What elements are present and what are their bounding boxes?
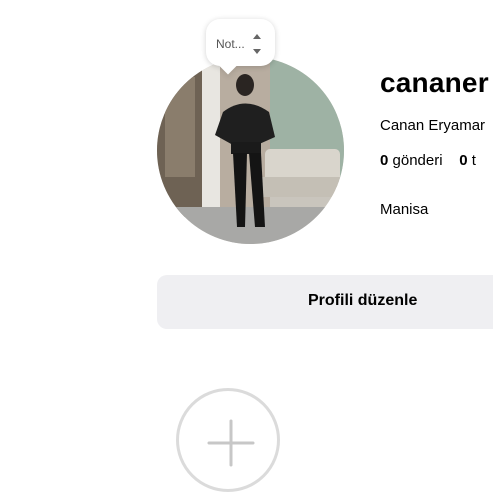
up-down-arrows-icon bbox=[253, 34, 261, 54]
plus-icon bbox=[207, 419, 255, 467]
edit-profile-label: Profili düzenle bbox=[308, 292, 418, 309]
avatar-photo bbox=[157, 57, 344, 244]
profile-location: Manisa bbox=[380, 201, 429, 218]
edit-profile-button[interactable]: Profili düzenle bbox=[157, 275, 493, 329]
posts-stat[interactable]: 0 gönderi bbox=[380, 152, 443, 169]
followers-label: t bbox=[471, 152, 476, 169]
note-text: Not... bbox=[216, 37, 245, 51]
profile-username: cananer bbox=[380, 67, 489, 98]
new-highlight-button[interactable] bbox=[176, 388, 280, 492]
followers-count: 0 bbox=[459, 152, 468, 169]
profile-avatar[interactable] bbox=[157, 57, 344, 244]
posts-label: gönderi bbox=[392, 152, 443, 169]
profile-stats: 0 gönderi 0 t bbox=[380, 152, 476, 169]
profile-full-name: Canan Eryamar bbox=[380, 117, 486, 134]
posts-count: 0 bbox=[380, 152, 389, 169]
followers-stat[interactable]: 0 t bbox=[459, 152, 476, 169]
note-bubble[interactable]: Not... bbox=[206, 19, 275, 66]
